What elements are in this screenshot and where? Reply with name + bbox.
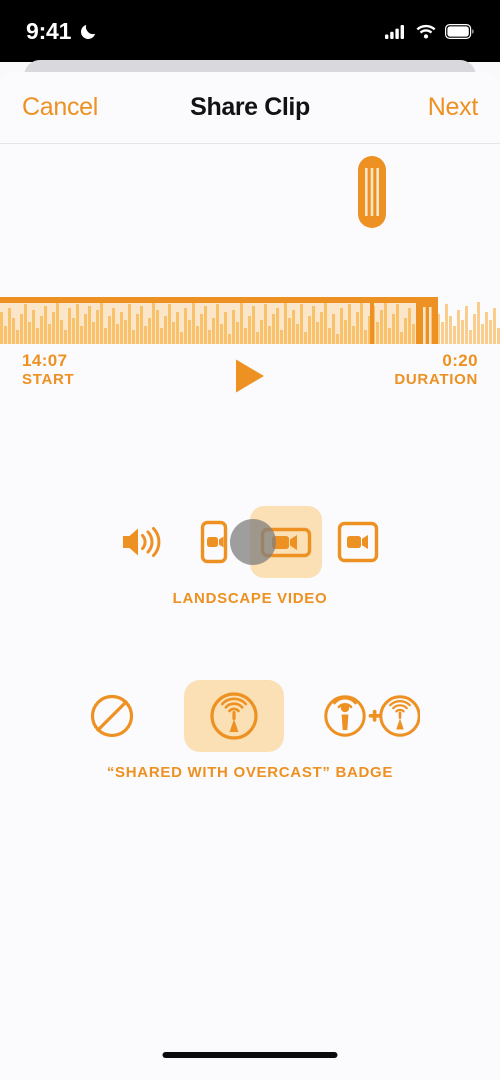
cancel-button[interactable]: Cancel — [22, 93, 98, 122]
format-option-row — [0, 506, 500, 578]
format-option-group: LANDSCAPE VIDEO — [0, 506, 500, 607]
trim-handle-right[interactable] — [416, 297, 438, 344]
clip-duration: 0:20 DURATION — [394, 350, 478, 390]
waveform-canvas[interactable] — [0, 144, 500, 344]
badge-option-group: “SHARED WITH OVERCAST” BADGE — [0, 680, 500, 781]
overcast-tower-icon — [210, 692, 258, 740]
speaker-waves-icon — [123, 527, 161, 557]
format-option-portrait-video[interactable] — [178, 506, 250, 578]
square-video-icon — [337, 521, 379, 563]
share-clip-sheet: Cancel Share Clip Next 14:07 START 0:20 … — [0, 72, 500, 1080]
play-icon — [236, 359, 264, 393]
format-option-caption: LANDSCAPE VIDEO — [172, 590, 328, 607]
clip-duration-label: DURATION — [394, 371, 478, 389]
status-bar-clock: 9:41 — [26, 17, 72, 44]
status-bar-left: 9:41 — [26, 18, 98, 45]
badge-option-overcast[interactable] — [184, 680, 284, 752]
format-option-audio-only[interactable] — [106, 506, 178, 578]
next-button[interactable]: Next — [428, 93, 479, 122]
portrait-video-icon — [200, 520, 228, 564]
home-indicator[interactable] — [162, 1052, 338, 1058]
clip-start-value: 14:07 — [22, 351, 68, 370]
moon-icon — [81, 24, 96, 39]
clip-time-row: 14:07 START 0:20 DURATION — [0, 350, 500, 406]
badge-option-caption: “SHARED WITH OVERCAST” BADGE — [106, 764, 394, 781]
landscape-video-icon — [260, 527, 312, 558]
clip-start: 14:07 START — [22, 350, 74, 390]
battery-full-icon — [445, 23, 474, 39]
play-button[interactable] — [230, 354, 270, 398]
clip-start-label: START — [22, 371, 75, 389]
cellular-signal-icon — [385, 24, 404, 39]
status-bar: 9:41 — [0, 0, 500, 62]
clip-waveform-trimmer[interactable] — [0, 144, 500, 344]
waveform-unselected — [437, 302, 500, 344]
badge-option-none[interactable] — [76, 680, 148, 752]
badge-option-podcast-plus-overcast[interactable] — [320, 680, 424, 752]
podcast-plus-overcast-icon — [324, 695, 420, 737]
format-option-landscape-video[interactable] — [250, 506, 322, 578]
badge-option-row — [0, 680, 500, 752]
format-option-square-video[interactable] — [322, 506, 394, 578]
clip-duration-value: 0:20 — [442, 351, 478, 370]
slashed-circle-icon — [90, 694, 134, 738]
navigation-bar: Cancel Share Clip Next — [0, 72, 500, 144]
wifi-icon — [416, 24, 436, 38]
status-bar-right — [385, 23, 474, 39]
